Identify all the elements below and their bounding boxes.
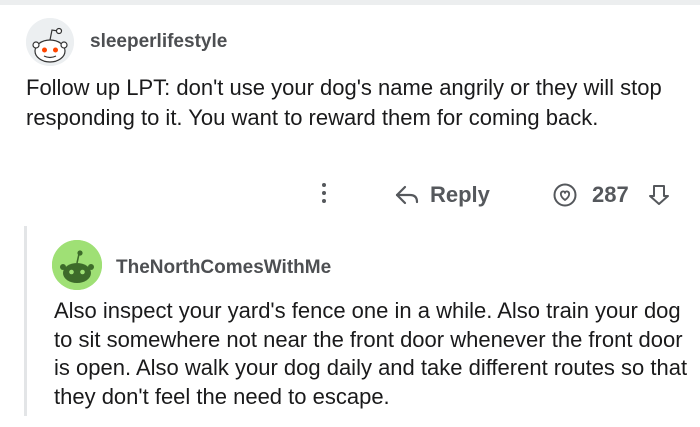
downvote-button[interactable]	[648, 183, 670, 207]
top-divider	[0, 0, 700, 5]
reply-arrow-icon	[395, 185, 419, 205]
snoo-avatar-icon	[26, 18, 74, 66]
comment-body: Follow up LPT: don't use your dog's name…	[26, 75, 662, 130]
upvote-button[interactable]	[553, 183, 577, 207]
reply-username[interactable]: TheNorthComesWithMe	[116, 257, 331, 279]
more-options-dot	[322, 199, 326, 203]
user-avatar[interactable]	[26, 18, 74, 66]
more-options-button[interactable]	[315, 179, 333, 211]
thread-line[interactable]	[24, 226, 27, 416]
reply-button[interactable]: Reply	[394, 181, 490, 209]
reply-user-avatar[interactable]	[52, 240, 102, 290]
more-options-icon	[322, 183, 326, 187]
reply-label: Reply	[430, 182, 490, 207]
snoo-avatar-icon	[52, 240, 102, 290]
comment-username[interactable]: sleeperlifestyle	[90, 31, 227, 53]
more-options-dot	[322, 191, 326, 195]
vote-score: 287	[592, 182, 629, 207]
comment-actions: Reply 287	[0, 175, 700, 215]
downvote-icon	[649, 185, 669, 205]
upvote-icon	[553, 183, 577, 207]
reply-body: Also inspect your yard's fence one in a …	[54, 298, 688, 409]
